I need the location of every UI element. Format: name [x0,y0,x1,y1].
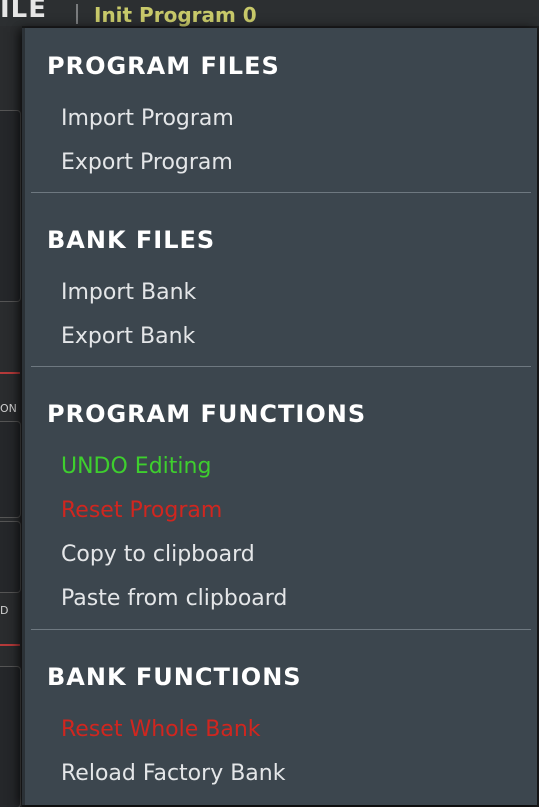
menu-item-reset-whole-bank[interactable]: Reset Whole Bank [61,717,261,742]
menu-separator [31,192,531,193]
panel-box [0,666,21,807]
program-menu-dropdown: PROGRAM FILES Import Program Export Prog… [22,28,537,805]
menu-separator [31,629,531,630]
menu-item-export-program[interactable]: Export Program [61,150,233,175]
panel-box [0,421,21,518]
menu-item-reset-program[interactable]: Reset Program [61,498,222,523]
section-title-program-functions: PROGRAM FUNCTIONS [47,400,367,428]
menu-item-copy-to-clipboard[interactable]: Copy to clipboard [61,542,255,567]
app-left-panel: ON D [0,26,22,807]
menu-item-import-bank[interactable]: Import Bank [61,280,196,305]
red-accent-line [0,372,20,374]
menu-item-reload-factory-bank[interactable]: Reload Factory Bank [61,761,285,786]
section-title-bank-files: BANK FILES [47,226,216,254]
section-title-bank-functions: BANK FUNCTIONS [47,663,302,691]
panel-box [0,110,21,302]
app-header-left-text: ILE [0,0,48,24]
app-header-strip: ILE Init Program 0 [0,0,539,27]
program-name-display[interactable]: Init Program 0 [94,3,257,27]
menu-item-export-bank[interactable]: Export Bank [61,324,195,349]
menu-item-import-program[interactable]: Import Program [61,106,234,131]
panel-side-label: D [0,604,9,617]
header-divider [76,4,78,24]
menu-item-paste-from-clipboard[interactable]: Paste from clipboard [61,586,287,611]
menu-item-undo-editing[interactable]: UNDO Editing [61,454,211,479]
section-title-program-files: PROGRAM FILES [47,52,280,80]
panel-side-label: ON [0,402,17,415]
app-window: ILE Init Program 0 ON D PROGRAM FILES Im… [0,0,539,807]
panel-box [0,521,21,593]
red-accent-line [0,644,20,646]
menu-separator [31,366,531,367]
